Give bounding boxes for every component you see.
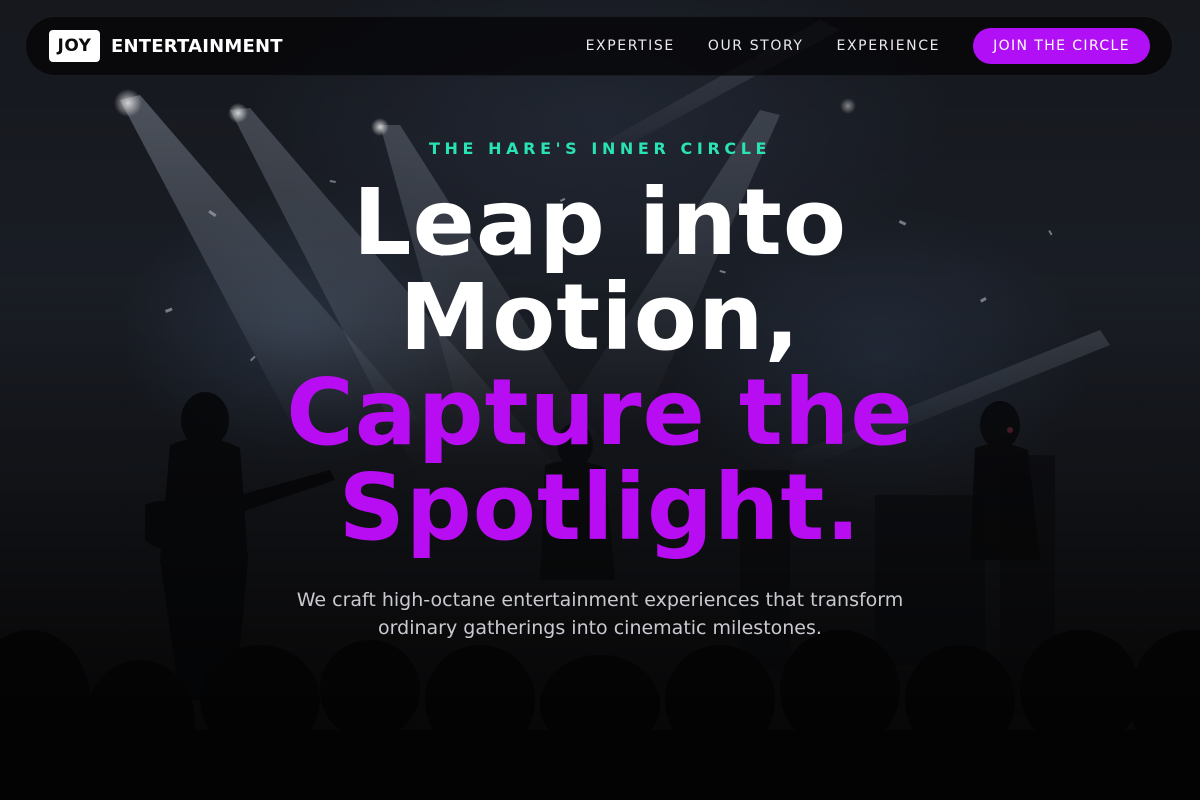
headline-line-1: Leap into xyxy=(352,169,848,276)
nav-link-our-story[interactable]: OUR STORY xyxy=(708,38,804,54)
nav-link-experience[interactable]: EXPERIENCE xyxy=(837,38,941,54)
nav-link-expertise[interactable]: EXPERTISE xyxy=(586,38,675,54)
hero-section: JOY ENTERTAINMENT EXPERTISE OUR STORY EX… xyxy=(0,0,1200,800)
brand-badge: JOY xyxy=(49,30,100,62)
brand-logo[interactable]: JOY ENTERTAINMENT xyxy=(49,30,283,62)
subtitle-line-2: ordinary gatherings into cinematic miles… xyxy=(378,617,822,639)
headline-line-2: Motion, xyxy=(399,264,801,371)
hero-subtitle: We craft high-octane entertainment exper… xyxy=(250,586,950,642)
headline-line-3: Capture the xyxy=(286,359,914,466)
nav-links: EXPERTISE OUR STORY EXPERIENCE JOIN THE … xyxy=(586,28,1150,64)
top-navbar: JOY ENTERTAINMENT EXPERTISE OUR STORY EX… xyxy=(25,16,1173,76)
hero-eyebrow: THE HARE'S INNER CIRCLE xyxy=(428,139,772,158)
brand-name: ENTERTAINMENT xyxy=(111,35,283,57)
hero-headline: Leap into Motion, Capture the Spotlight. xyxy=(0,175,1200,555)
subtitle-line-1: We craft high-octane entertainment exper… xyxy=(296,589,904,611)
join-the-circle-button[interactable]: JOIN THE CIRCLE xyxy=(973,28,1150,64)
headline-line-4: Spotlight. xyxy=(338,454,862,561)
